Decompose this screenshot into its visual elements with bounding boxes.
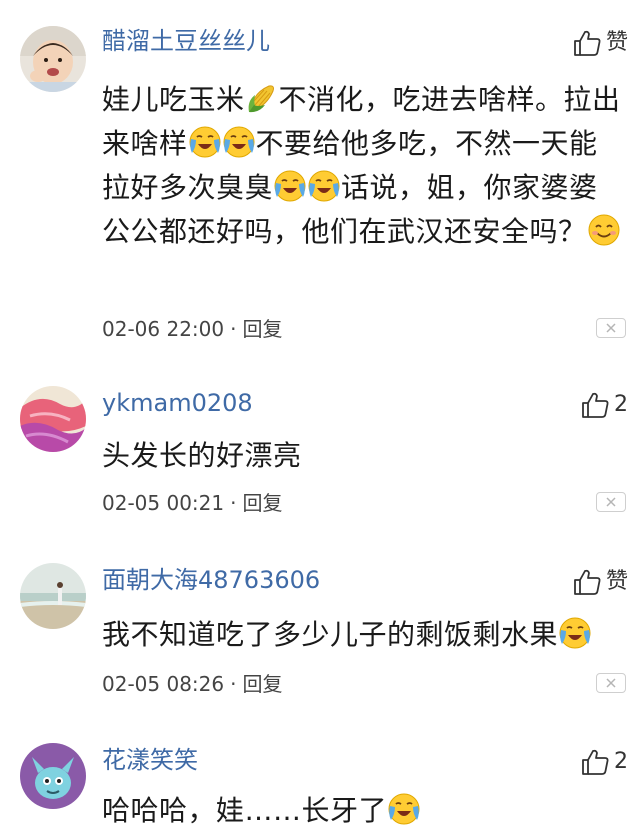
reply-link[interactable]: 回复: [242, 491, 282, 515]
avatar[interactable]: [20, 743, 86, 809]
like-button[interactable]: 赞: [572, 565, 628, 599]
comment-text: 头发长的好漂亮: [102, 434, 622, 478]
comment-text: 哈哈哈，娃……长牙了: [102, 789, 622, 833]
like-button[interactable]: 2: [580, 745, 628, 779]
thumbs-up-icon: [582, 392, 609, 418]
username[interactable]: ykmam0208: [102, 388, 253, 418]
separator-dot: ·: [230, 317, 237, 341]
like-button[interactable]: 赞: [572, 26, 628, 60]
comment-meta: 02-05 08:26 · 回复: [102, 671, 282, 697]
separator-dot: ·: [230, 491, 237, 515]
like-button[interactable]: 2: [580, 388, 628, 422]
thumbs-up-icon: [574, 569, 601, 595]
dismiss-button[interactable]: [596, 673, 626, 693]
crying-face-icon: [308, 170, 340, 202]
crying-face-icon: [559, 617, 591, 649]
corn-icon: [248, 85, 274, 113]
crying-face-icon: [189, 126, 221, 158]
comment-meta: 02-05 00:21 · 回复: [102, 490, 282, 516]
separator-dot: ·: [230, 672, 237, 696]
reply-link[interactable]: 回复: [242, 317, 282, 341]
smiling-face-icon: [588, 214, 620, 246]
comment-text-part: 我不知道吃了多少儿子的剩饭剩水果: [102, 618, 559, 651]
reply-link[interactable]: 回复: [242, 672, 282, 696]
comment-text-part: 头发长的好漂亮: [102, 439, 302, 472]
username[interactable]: 面朝大海48763606: [102, 565, 320, 595]
like-count: 赞: [605, 569, 628, 594]
comment-text: 我不知道吃了多少儿子的剩饭剩水果: [102, 613, 622, 657]
comment-text: 娃儿吃玉米 不消化，吃进去啥样。拉出来啥样 不要给他多吃，不然一天能拉好多次臭臭…: [102, 78, 622, 254]
username[interactable]: 花漾笑笑: [102, 745, 198, 775]
comment-time: 02-05 08:26: [102, 672, 225, 696]
comment-time: 02-05 00:21: [102, 491, 225, 515]
thumbs-up-icon: [574, 30, 601, 56]
close-icon: [606, 323, 616, 333]
close-icon: [606, 497, 616, 507]
comment-text-part: 哈哈哈，娃……长牙了: [102, 794, 388, 827]
crying-face-icon: [388, 793, 420, 825]
dismiss-button[interactable]: [596, 492, 626, 512]
avatar[interactable]: [20, 563, 86, 629]
avatar[interactable]: [20, 26, 86, 92]
avatar[interactable]: [20, 386, 86, 452]
like-count: 2: [614, 749, 628, 774]
crying-face-icon: [223, 126, 255, 158]
thumbs-up-icon: [582, 749, 609, 775]
dismiss-button[interactable]: [596, 318, 626, 338]
comment-text-part: 娃儿吃玉米: [102, 83, 245, 116]
close-icon: [606, 678, 616, 688]
crying-face-icon: [274, 170, 306, 202]
comment-time: 02-06 22:00: [102, 317, 225, 341]
username[interactable]: 醋溜土豆丝丝儿: [102, 26, 270, 56]
comment-feed: 醋溜土豆丝丝儿 赞 娃儿吃玉米 不消化，吃进去啥样。拉出来啥样 不要给他多吃，不…: [0, 0, 640, 835]
like-count: 2: [614, 392, 628, 417]
comment-meta: 02-06 22:00 · 回复: [102, 316, 282, 342]
like-count: 赞: [605, 30, 628, 55]
